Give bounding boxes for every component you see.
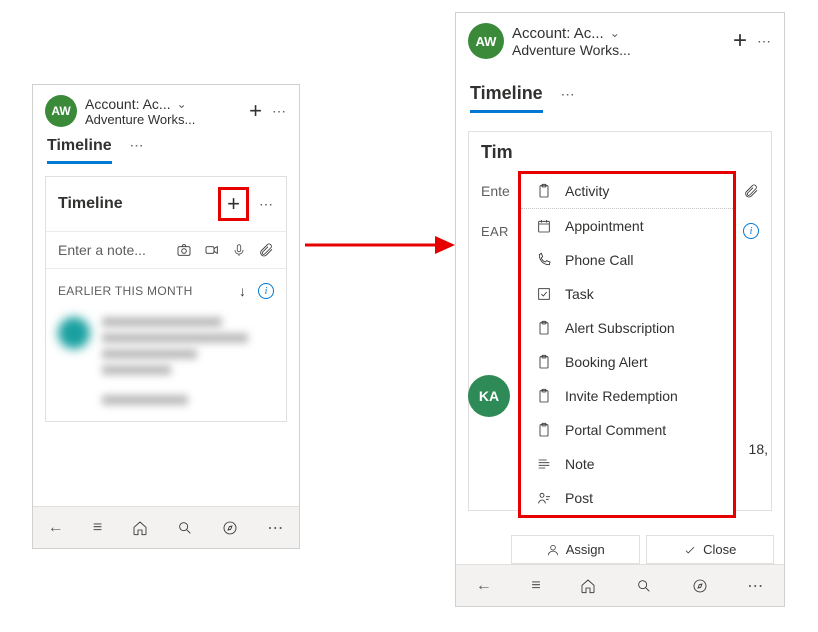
page-header: AW Account: Ac... ⌄ Adventure Works... +… xyxy=(456,13,784,69)
header-text: Account: Ac... ⌄ Adventure Works... xyxy=(85,96,241,127)
assign-label: Assign xyxy=(566,542,605,557)
chevron-down-icon[interactable]: ⌄ xyxy=(177,97,187,111)
add-activity-menu: Activity Appointment Phone Call Task Ale… xyxy=(518,171,736,518)
home-icon[interactable] xyxy=(132,520,148,536)
phone-view-menu-open: AW Account: Ac... ⌄ Adventure Works... +… xyxy=(455,12,785,607)
card-title-truncated: Tim xyxy=(481,142,513,163)
tab-timeline[interactable]: Timeline xyxy=(470,83,543,113)
bottom-nav: ← ≡ ⋯ xyxy=(456,564,784,606)
account-title: Account: Ac... xyxy=(512,25,604,42)
timeline-card: Timeline + ⋯ Enter a note... EARLIER THI… xyxy=(45,176,287,422)
chevron-down-icon[interactable]: ⌄ xyxy=(610,26,620,40)
menu-icon[interactable]: ≡ xyxy=(93,519,102,537)
menu-label: Appointment xyxy=(565,218,644,234)
menu-label: Note xyxy=(565,456,595,472)
action-buttons: Assign Close xyxy=(511,535,774,564)
card-more-button[interactable]: ⋯ xyxy=(259,196,274,213)
menu-item-invite-redemption[interactable]: Invite Redemption xyxy=(521,379,733,413)
clipboard-icon xyxy=(535,183,553,199)
header-more-button[interactable]: ⋯ xyxy=(757,33,772,50)
item-date-fragment: 18, xyxy=(749,441,768,457)
section-label: EARLIER THIS MONTH xyxy=(58,284,193,298)
menu-item-note[interactable]: Note xyxy=(521,447,733,481)
menu-label: Post xyxy=(565,490,593,506)
clipboard-icon xyxy=(535,422,553,438)
page-header: AW Account: Ac... ⌄ Adventure Works... +… xyxy=(33,85,299,137)
tabs-more-icon[interactable]: ⋯ xyxy=(561,86,575,102)
task-icon xyxy=(535,286,553,302)
note-entry-row[interactable]: Enter a note... xyxy=(46,231,286,269)
timeline-add-button[interactable]: + xyxy=(218,187,249,221)
card-title: Timeline xyxy=(58,195,123,213)
item-avatar: KA xyxy=(468,375,510,417)
menu-label: Invite Redemption xyxy=(565,388,678,404)
close-button[interactable]: Close xyxy=(646,535,775,564)
assign-button[interactable]: Assign xyxy=(511,535,640,564)
header-more-button[interactable]: ⋯ xyxy=(272,103,287,120)
bottom-nav: ← ≡ ⋯ xyxy=(33,506,299,548)
sort-icon[interactable]: ↓ xyxy=(239,283,246,299)
menu-label: Activity xyxy=(565,183,609,199)
phone-view-closed: AW Account: Ac... ⌄ Adventure Works... +… xyxy=(32,84,300,549)
account-avatar: AW xyxy=(468,23,504,59)
back-icon[interactable]: ← xyxy=(48,519,64,537)
menu-item-phone-call[interactable]: Phone Call xyxy=(521,243,733,277)
close-label: Close xyxy=(703,542,736,557)
menu-item-alert-subscription[interactable]: Alert Subscription xyxy=(521,311,733,345)
menu-item-appointment[interactable]: Appointment xyxy=(521,209,733,243)
clipboard-icon xyxy=(535,354,553,370)
timeline-item[interactable] xyxy=(46,307,286,391)
item-avatar xyxy=(58,317,90,349)
phone-icon xyxy=(535,252,553,268)
post-icon xyxy=(535,490,553,506)
menu-item-booking-alert[interactable]: Booking Alert xyxy=(521,345,733,379)
clipboard-icon xyxy=(535,388,553,404)
info-icon[interactable]: i xyxy=(743,223,759,239)
info-icon[interactable]: i xyxy=(258,283,274,299)
item-content xyxy=(102,317,274,381)
account-title: Account: Ac... xyxy=(85,96,171,112)
menu-label: Booking Alert xyxy=(565,354,648,370)
back-icon[interactable]: ← xyxy=(476,577,492,595)
nav-more-icon[interactable]: ⋯ xyxy=(267,518,284,538)
header-add-button[interactable]: + xyxy=(733,29,747,53)
tab-bar: Timeline ⋯ xyxy=(33,137,299,164)
account-avatar: AW xyxy=(45,95,77,127)
account-subtitle: Adventure Works... xyxy=(512,42,725,58)
compass-icon[interactable] xyxy=(692,578,708,594)
compass-icon[interactable] xyxy=(222,520,238,536)
attach-icon[interactable] xyxy=(743,183,759,199)
note-input[interactable]: Enter a note... xyxy=(58,242,164,258)
menu-label: Phone Call xyxy=(565,252,634,268)
menu-item-portal-comment[interactable]: Portal Comment xyxy=(521,413,733,447)
nav-more-icon[interactable]: ⋯ xyxy=(747,576,764,596)
header-add-button[interactable]: + xyxy=(249,100,262,122)
account-subtitle: Adventure Works... xyxy=(85,112,241,127)
section-label-truncated: EAR xyxy=(481,224,509,239)
menu-label: Alert Subscription xyxy=(565,320,675,336)
mic-icon[interactable] xyxy=(232,242,246,258)
attach-icon[interactable] xyxy=(258,242,274,258)
clipboard-icon xyxy=(535,320,553,336)
note-icon xyxy=(535,456,553,472)
menu-label: Task xyxy=(565,286,594,302)
search-icon[interactable] xyxy=(177,520,193,536)
calendar-icon xyxy=(535,218,553,234)
home-icon[interactable] xyxy=(580,578,596,594)
search-icon[interactable] xyxy=(636,578,652,594)
menu-item-activity[interactable]: Activity xyxy=(521,174,733,209)
arrow-annotation xyxy=(305,230,455,260)
menu-item-task[interactable]: Task xyxy=(521,277,733,311)
tab-timeline[interactable]: Timeline xyxy=(47,137,112,164)
tabs-more-icon[interactable]: ⋯ xyxy=(130,137,144,153)
menu-icon[interactable]: ≡ xyxy=(531,577,540,595)
menu-label: Portal Comment xyxy=(565,422,666,438)
menu-item-post[interactable]: Post xyxy=(521,481,733,515)
video-icon[interactable] xyxy=(204,242,220,258)
camera-icon[interactable] xyxy=(176,242,192,258)
